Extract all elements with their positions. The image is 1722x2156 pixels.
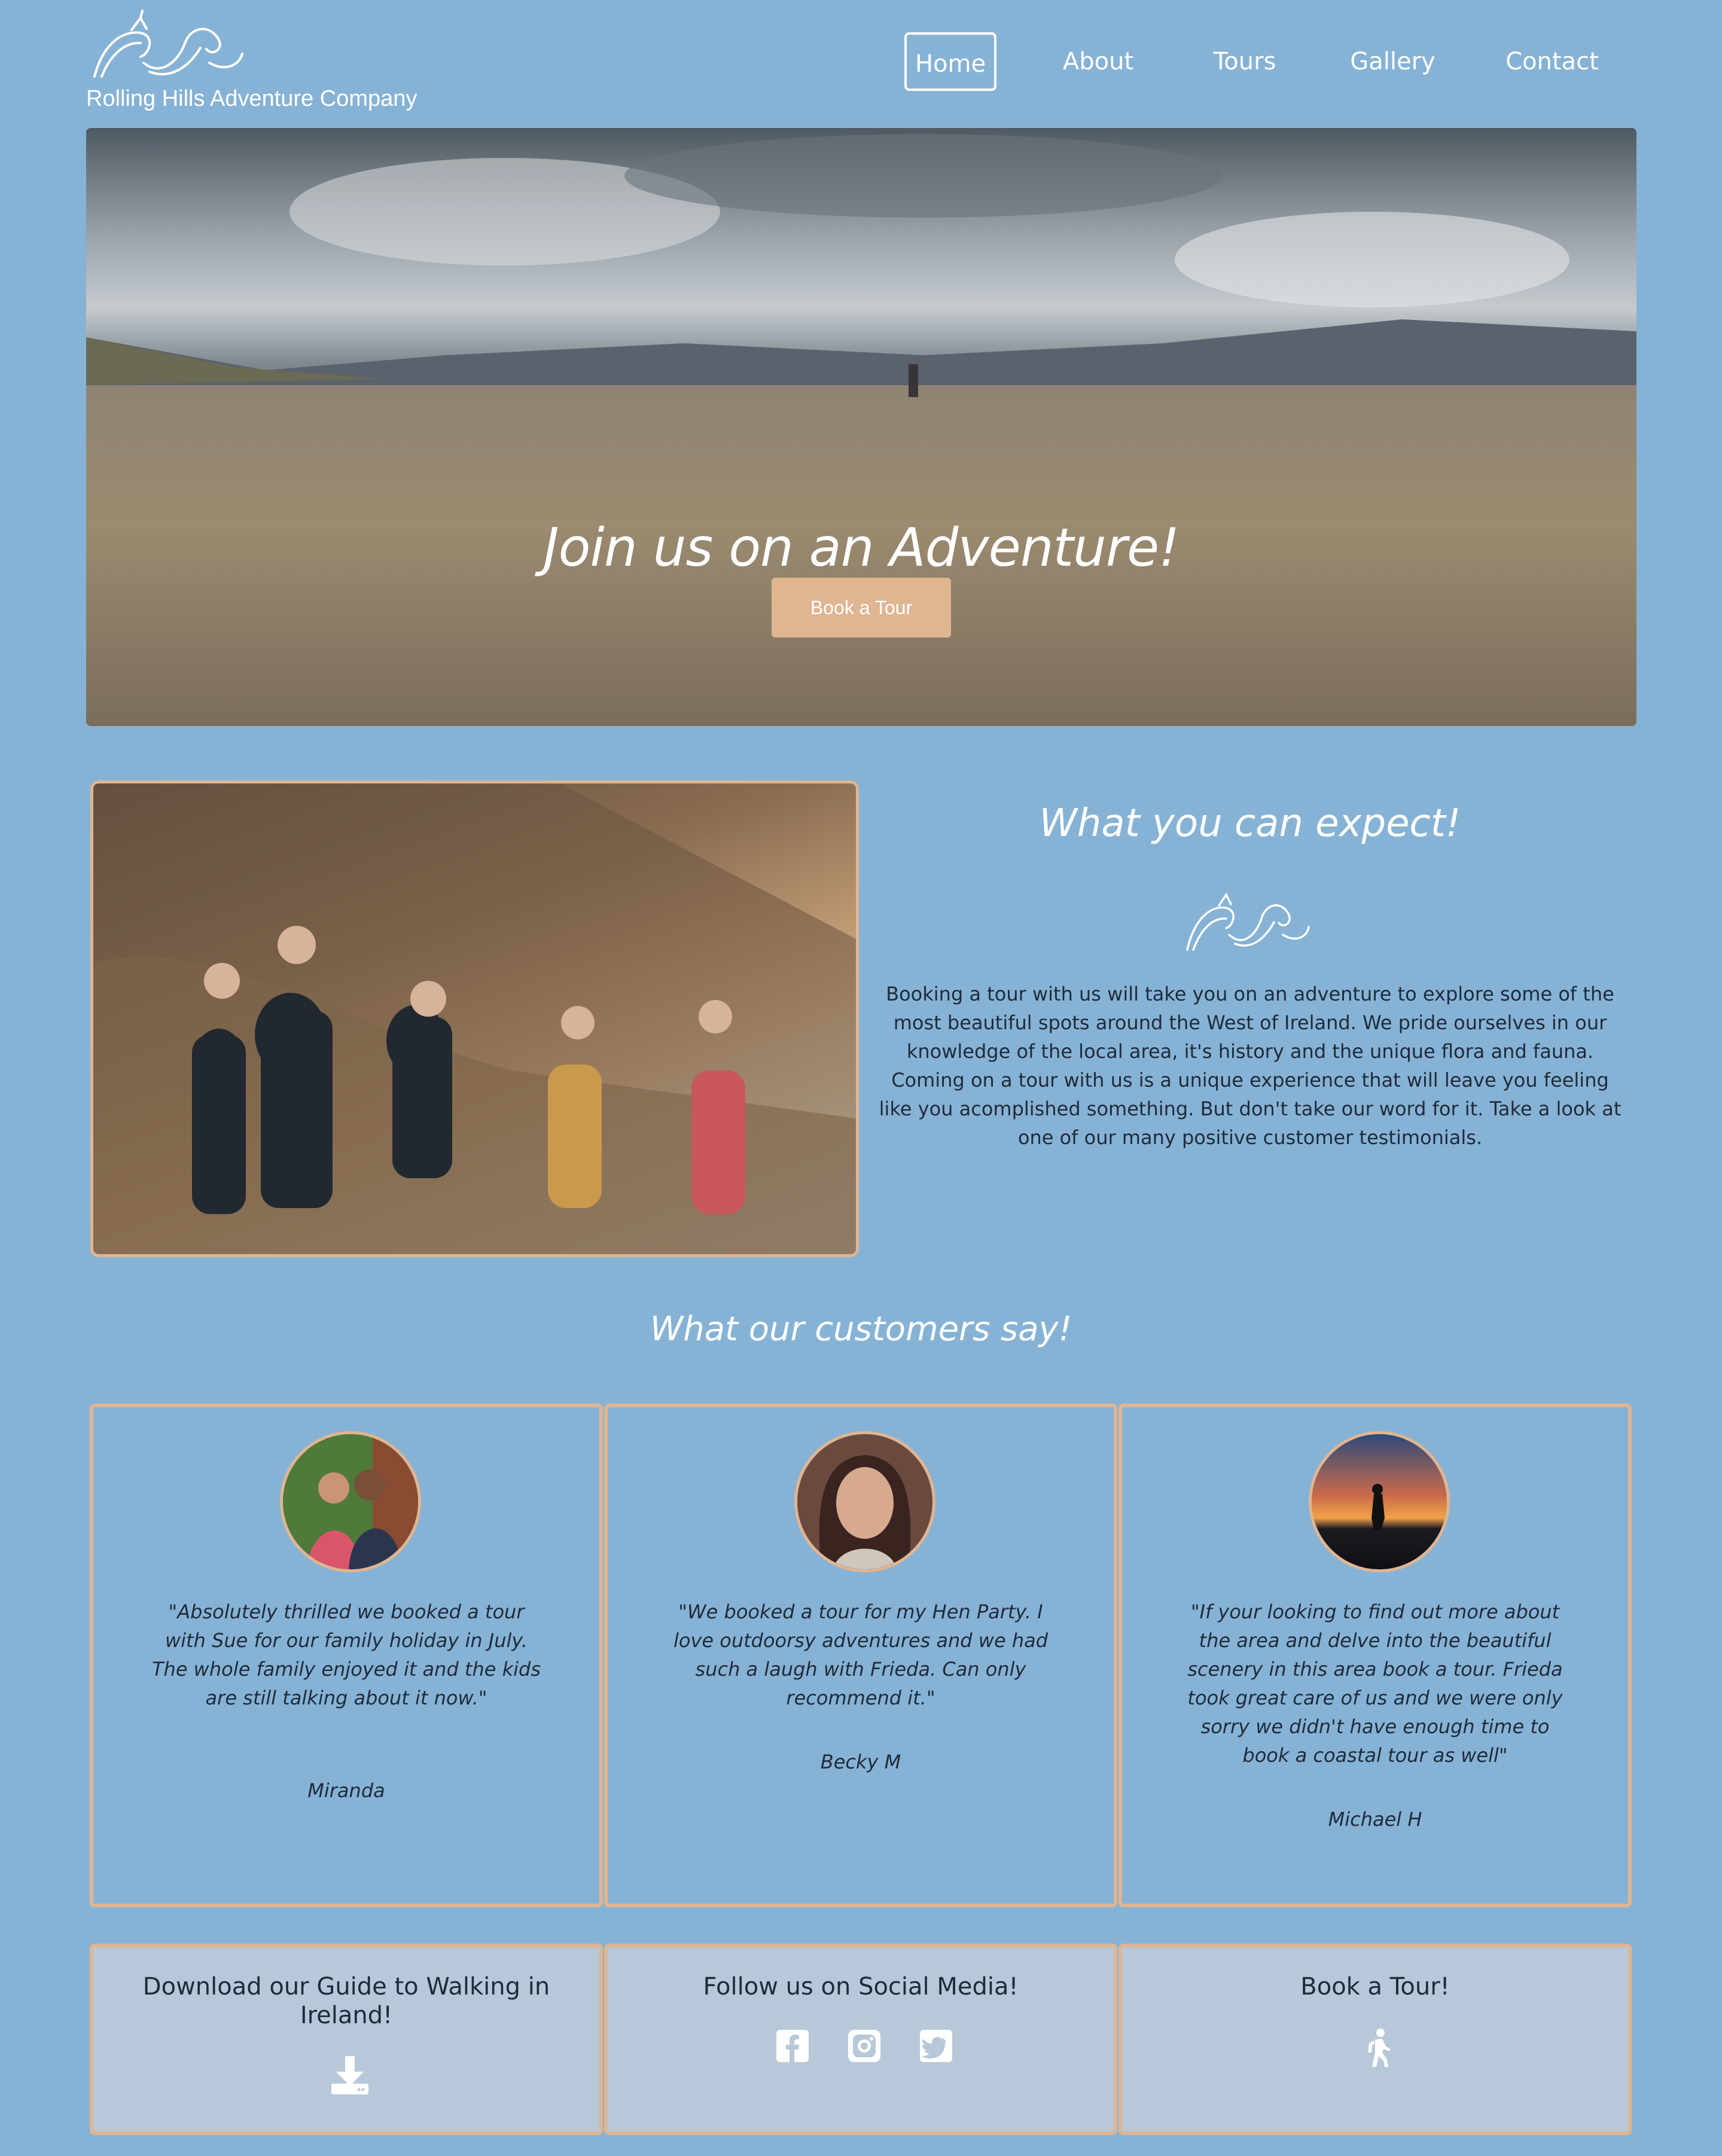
download-icon[interactable] <box>331 2056 368 2094</box>
instagram-icon[interactable] <box>848 2030 880 2062</box>
testimonial-card: "If your looking to find out more about … <box>1118 1404 1632 1907</box>
testimonial-quote: "If your looking to find out more about … <box>1187 1600 1563 1767</box>
testimonials-title: What our customers say! <box>650 1310 1072 1349</box>
book-tour-box[interactable]: Book a Tour! <box>1118 1944 1632 2135</box>
wave-logo-icon[interactable] <box>90 6 248 84</box>
social-media-box: Follow us on Social Media! <box>604 1944 1117 2135</box>
testimonial-author: Becky M <box>820 1751 901 1773</box>
customer-avatar <box>794 1431 935 1572</box>
nav-gallery[interactable]: Gallery <box>1343 32 1442 91</box>
facebook-icon[interactable] <box>776 2030 809 2062</box>
hero-banner: Join us on an Adventure! Book a Tour <box>86 128 1636 726</box>
expect-title: What you can expect! <box>1039 801 1461 846</box>
hero-title: Join us on an Adventure! <box>543 517 1180 578</box>
book-tour-box-title: Book a Tour! <box>1300 1973 1450 2001</box>
nav-about[interactable]: About <box>1050 32 1146 91</box>
customer-avatar <box>1309 1431 1450 1572</box>
testimonial-card: "We booked a tour for my Hen Party. I lo… <box>604 1404 1117 1907</box>
wave-logo-icon <box>1186 892 1310 951</box>
hikers-image <box>90 780 859 1257</box>
book-tour-button[interactable]: Book a Tour <box>772 578 951 638</box>
testimonial-card: "Absolutely thrilled we booked a tour wi… <box>90 1404 603 1907</box>
social-media-title: Follow us on Social Media! <box>703 1973 1019 2001</box>
testimonial-author: Michael H <box>1328 1808 1422 1831</box>
nav-contact[interactable]: Contact <box>1501 32 1603 91</box>
brand-name[interactable]: Rolling Hills Adventure Company <box>86 86 417 112</box>
nav-tours[interactable]: Tours <box>1200 32 1290 91</box>
testimonial-author: Miranda <box>307 1779 385 1802</box>
download-guide-box[interactable]: Download our Guide to Walking in Ireland… <box>90 1944 603 2135</box>
expect-description: Booking a tour with us will take you on … <box>879 983 1622 1149</box>
twitter-icon[interactable] <box>920 2030 952 2062</box>
customer-avatar <box>280 1431 421 1572</box>
testimonial-quote: "We booked a tour for my Hen Party. I lo… <box>673 1600 1049 1709</box>
hiking-icon[interactable] <box>1364 2029 1394 2067</box>
testimonial-quote: "Absolutely thrilled we booked a tour wi… <box>151 1600 541 1709</box>
download-guide-title: Download our Guide to Walking in Ireland… <box>142 1973 550 2029</box>
nav-home[interactable]: Home <box>904 32 996 91</box>
